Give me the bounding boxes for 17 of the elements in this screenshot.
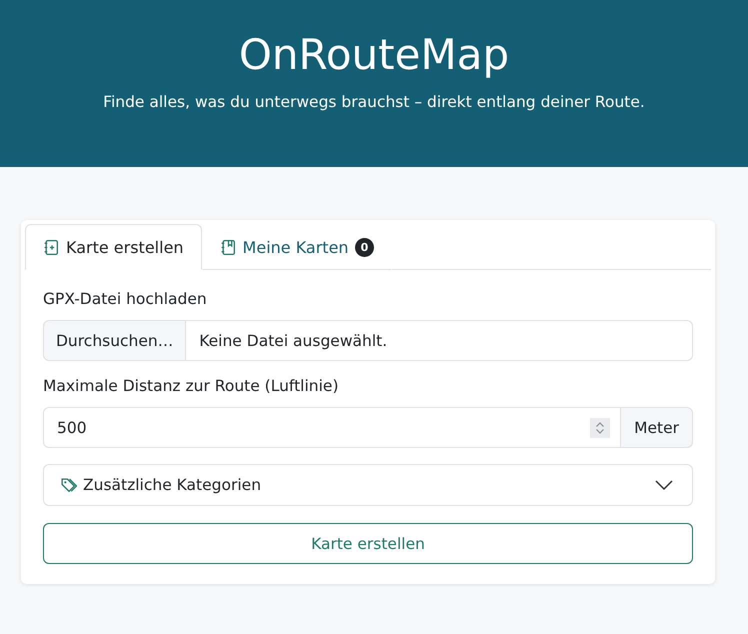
tab[interactable]: Meine Karten 0 [202, 224, 392, 270]
field-label: Maximale Distanz zur Route (Luftlinie) [43, 377, 340, 395]
create-map-button[interactable]: Karte erstellen [43, 523, 693, 564]
app-subtitle: Finde alles, was du unterwegs brauchst – direkt entlang deiner Route. [102, 93, 646, 111]
file-name-field[interactable]: Keine Datei ausgewählt. [186, 320, 693, 361]
count-badge: 0 [354, 238, 374, 256]
categories-accordion[interactable]: Zusätzliche Kategorien [43, 464, 693, 506]
tags-icon [60, 476, 77, 494]
notebook-plus-icon [43, 238, 60, 256]
notebook-bookmark-icon [220, 238, 237, 256]
spinner-icon[interactable] [590, 418, 610, 438]
distance-input-field[interactable]: 500 [43, 407, 622, 448]
unit-label: Meter [621, 407, 693, 448]
tab[interactable]: Karte erstellen [25, 224, 202, 270]
browse-button[interactable]: Durchsuchen… [43, 320, 186, 361]
app-title: OnRouteMap [238, 30, 510, 79]
field-label: GPX-Datei hochladen [43, 290, 208, 308]
